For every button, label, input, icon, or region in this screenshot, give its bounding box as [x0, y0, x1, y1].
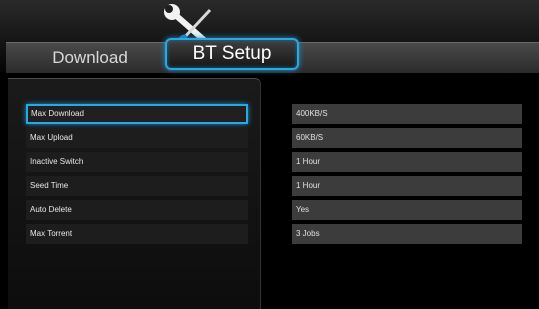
setting-value-seed-time[interactable]: 1 Hour	[292, 176, 522, 196]
setting-value-max-torrent[interactable]: 3 Jobs	[292, 224, 522, 244]
tab-download[interactable]: Download	[20, 46, 160, 70]
setting-label-auto-delete[interactable]: Auto Delete	[26, 200, 248, 220]
setting-label-inactive-switch[interactable]: Inactive Switch	[26, 152, 248, 172]
setting-label-seed-time[interactable]: Seed Time	[26, 176, 248, 196]
setting-label-max-download[interactable]: Max Download	[26, 104, 248, 124]
setting-value-max-upload[interactable]: 60KB/S	[292, 128, 522, 148]
setting-label-max-torrent[interactable]: Max Torrent	[26, 224, 248, 244]
setting-value-max-download[interactable]: 400KB/S	[292, 104, 522, 124]
setting-label-max-upload[interactable]: Max Upload	[26, 128, 248, 148]
tab-bt-setup[interactable]: BT Setup	[165, 38, 299, 70]
setting-value-auto-delete[interactable]: Yes	[292, 200, 522, 220]
setting-value-inactive-switch[interactable]: 1 Hour	[292, 152, 522, 172]
